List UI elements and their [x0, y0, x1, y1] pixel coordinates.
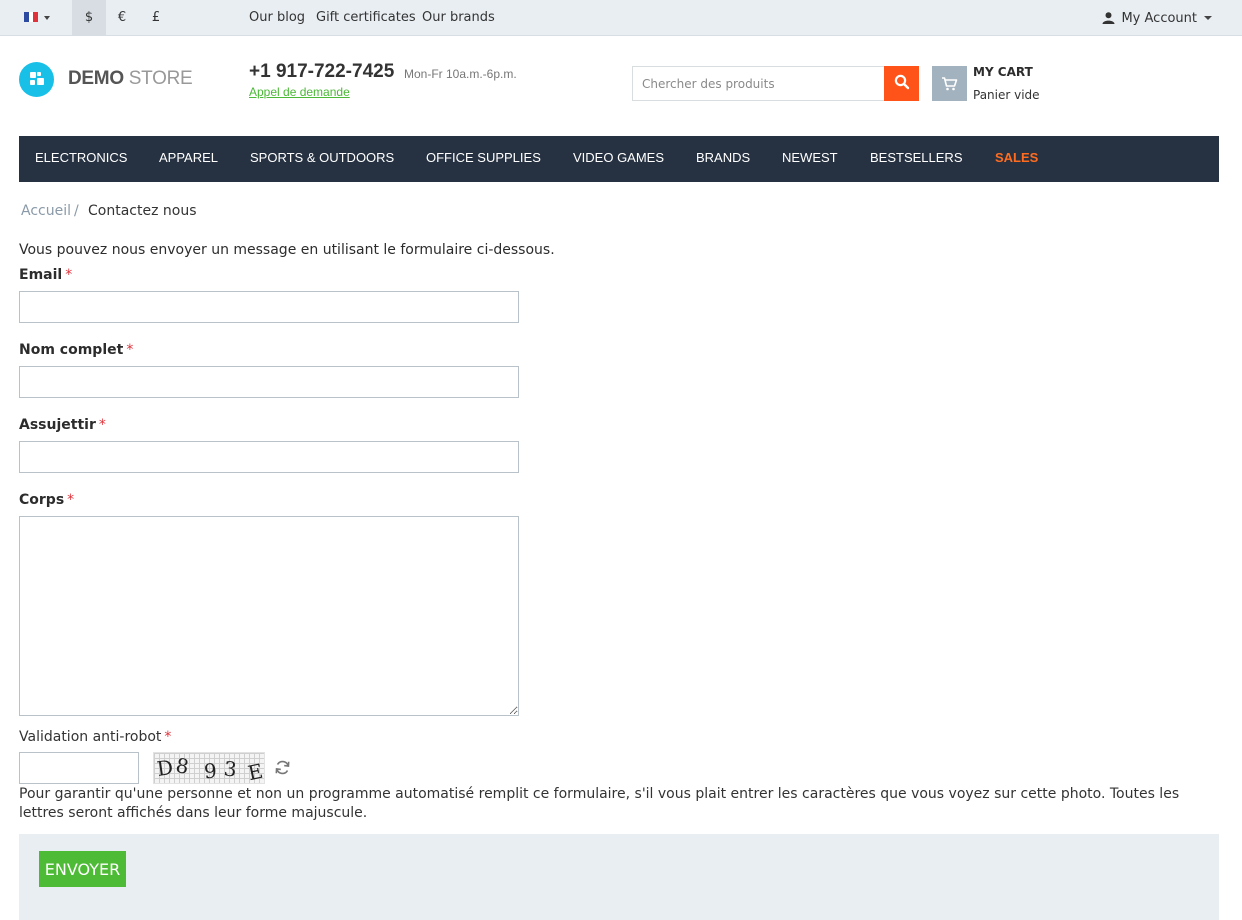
nav-item-video-games[interactable]: VIDEO GAMES	[573, 136, 664, 180]
subject-field[interactable]	[19, 441, 519, 473]
nav-item-brands[interactable]: BRANDS	[696, 136, 750, 180]
nav-item-newest[interactable]: NEWEST	[782, 136, 838, 180]
refresh-captcha-icon[interactable]	[274, 759, 291, 776]
subject-label: Assujettir *	[19, 417, 106, 433]
link-our-blog[interactable]: Our blog	[249, 0, 305, 36]
cart-status: Panier vide	[973, 88, 1040, 102]
captcha-char: 9	[203, 758, 218, 784]
france-flag-icon[interactable]	[24, 12, 39, 22]
currency-gbp[interactable]: £	[139, 0, 173, 36]
captcha-label: Validation anti-robot *	[19, 729, 171, 745]
logo-text-bold: DEMO	[68, 68, 124, 89]
cart-icon	[942, 77, 958, 91]
required-marker: *	[65, 267, 73, 283]
email-label: Email *	[19, 267, 72, 283]
required-marker: *	[164, 729, 172, 745]
chevron-down-icon	[1204, 16, 1212, 20]
currency-usd[interactable]: $	[72, 0, 106, 36]
captcha-help-text: Pour garantir qu'une personne et non un …	[19, 786, 1180, 821]
nav-item-office-supplies[interactable]: OFFICE SUPPLIES	[426, 136, 541, 180]
callback-request-link[interactable]: Appel de demande	[249, 85, 350, 99]
captcha-label-text: Validation anti-robot	[19, 729, 162, 745]
nav-item-sales[interactable]: SALES	[995, 136, 1038, 180]
search-icon	[894, 74, 909, 90]
subject-label-text: Assujettir	[19, 417, 96, 433]
nav-item-electronics[interactable]: ELECTRONICS	[35, 136, 127, 180]
my-account-label: My Account	[1121, 10, 1197, 26]
chevron-down-icon[interactable]	[44, 16, 50, 20]
captcha-char: 3	[222, 756, 238, 782]
business-hours: Mon-Fr 10a.m.-6p.m.	[404, 67, 517, 81]
link-gift-certificates[interactable]: Gift certificates	[316, 0, 416, 36]
search-button[interactable]	[884, 66, 919, 101]
email-label-text: Email	[19, 267, 63, 283]
body-textarea[interactable]	[19, 516, 519, 716]
phone-number: +1 917-722-7425	[249, 61, 395, 82]
currency-eur[interactable]: €	[105, 0, 139, 36]
captcha-char: E	[245, 758, 265, 786]
breadcrumb-home[interactable]: Accueil	[21, 203, 71, 219]
logo-text-light: STORE	[128, 68, 193, 89]
cart-button[interactable]	[932, 66, 967, 101]
form-actions	[19, 834, 1219, 920]
captcha-char: 8	[174, 753, 191, 779]
nav-item-sports-outdoors[interactable]: SPORTS & OUTDOORS	[250, 136, 394, 180]
logo-icon[interactable]	[19, 62, 54, 97]
captcha-char: D	[155, 755, 175, 781]
full-name-label-text: Nom complet	[19, 342, 124, 358]
body-label: Corps *	[19, 492, 74, 508]
full-name-field[interactable]	[19, 366, 519, 398]
captcha-input[interactable]	[19, 752, 139, 784]
user-icon	[1102, 12, 1115, 24]
store-logo[interactable]: DEMO STORE	[68, 68, 193, 90]
cart-title[interactable]: MY CART	[973, 65, 1033, 79]
top-bar: $ € £ Our blog Gift certificates Our bra…	[0, 0, 1242, 36]
nav-item-apparel[interactable]: APPAREL	[159, 136, 218, 180]
nav-item-bestsellers[interactable]: BESTSELLERS	[870, 136, 963, 180]
link-our-brands[interactable]: Our brands	[422, 0, 495, 36]
my-account-menu[interactable]: My Account	[1102, 0, 1212, 36]
search-input[interactable]	[632, 66, 885, 101]
body-label-text: Corps	[19, 492, 65, 508]
main-navigation: ELECTRONICS APPAREL SPORTS & OUTDOORS OF…	[19, 136, 1219, 182]
submit-button[interactable]: ENVOYER	[39, 851, 126, 887]
full-name-label: Nom complet *	[19, 342, 133, 358]
breadcrumb-current: Contactez nous	[88, 203, 197, 219]
breadcrumb-separator: /	[74, 203, 79, 219]
captcha-image: D 8 9 3 E	[153, 752, 265, 786]
form-intro-text: Vous pouvez nous envoyer un message en u…	[19, 242, 555, 258]
required-marker: *	[126, 342, 134, 358]
required-marker: *	[98, 417, 106, 433]
required-marker: *	[67, 492, 75, 508]
email-field[interactable]	[19, 291, 519, 323]
